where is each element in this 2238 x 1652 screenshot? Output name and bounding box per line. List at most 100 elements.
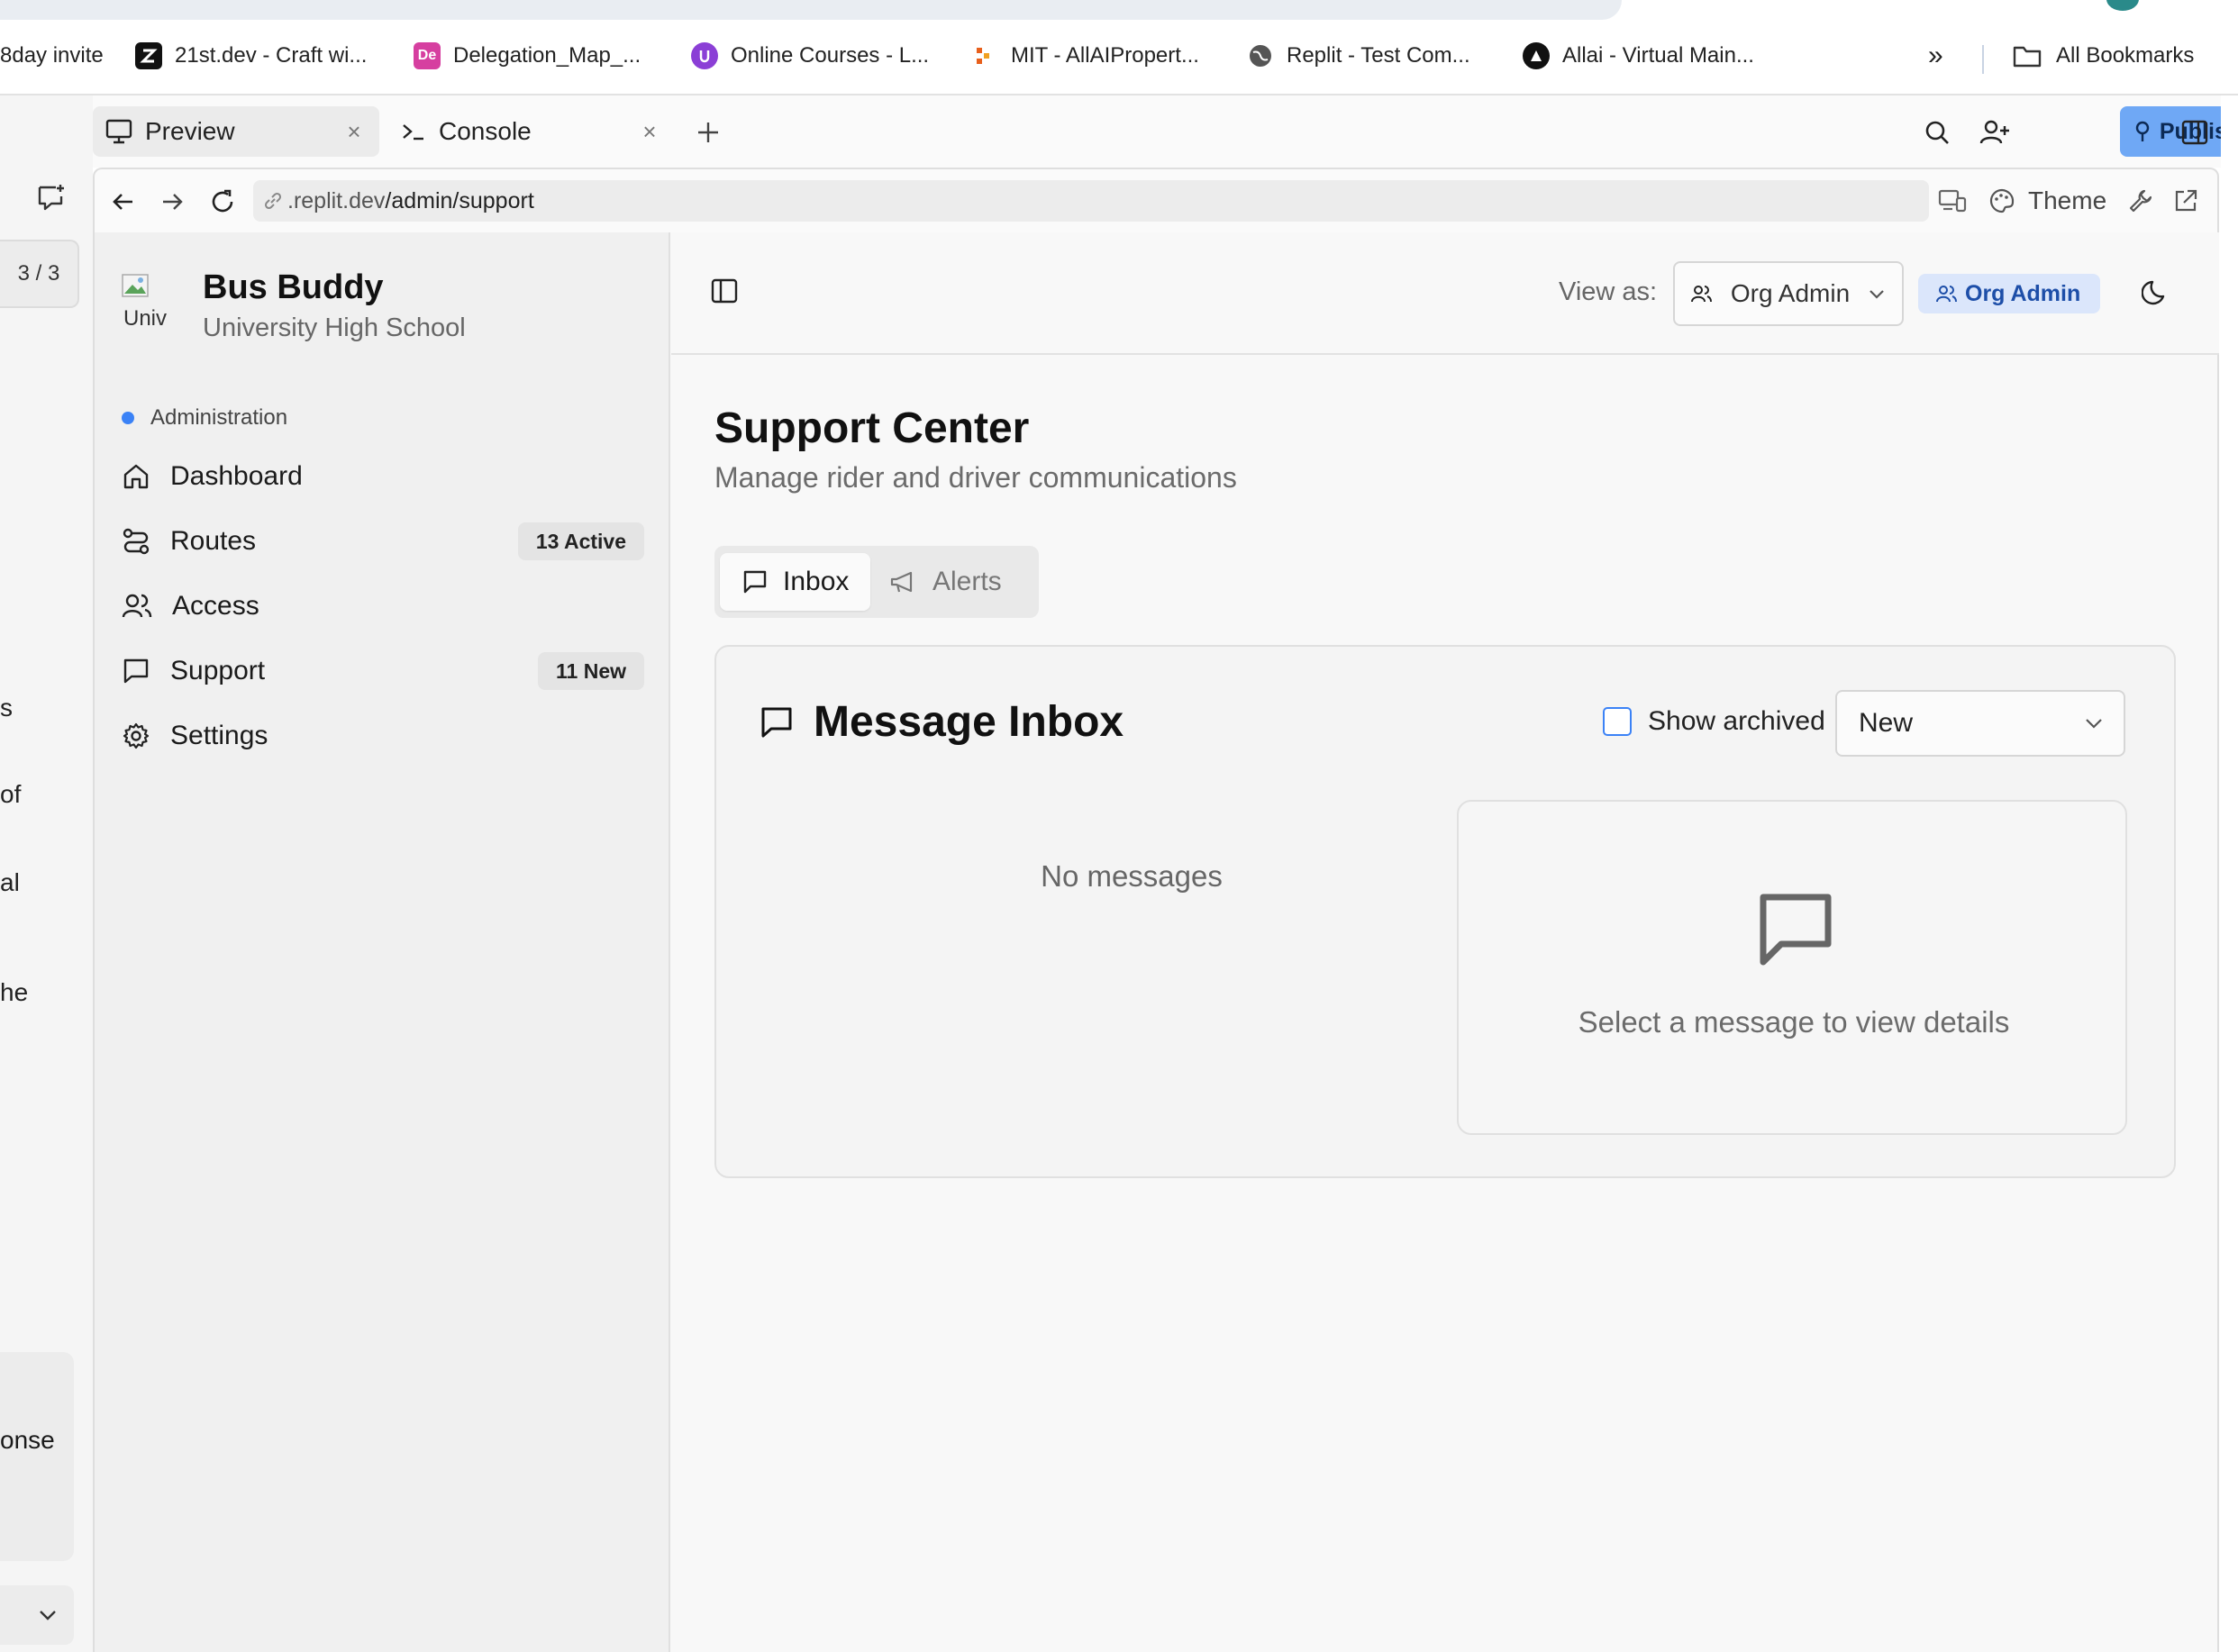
tab-inbox[interactable]: Inbox bbox=[720, 553, 871, 611]
dark-mode-toggle[interactable] bbox=[2142, 277, 2174, 310]
bookmark-item[interactable]: MIT - AllAIPropert... bbox=[971, 38, 1199, 74]
replit-tab-bar: Preview × Console × Publish bbox=[93, 95, 2238, 168]
left-text-fragment: he bbox=[0, 978, 29, 1006]
school-name: University High School bbox=[203, 313, 466, 342]
message-icon bbox=[1756, 890, 1835, 969]
bookmark-item[interactable]: 21st.dev - Craft wi... bbox=[135, 38, 367, 74]
theme-button[interactable]: Theme bbox=[1988, 180, 2106, 222]
view-as-select[interactable]: Org Admin bbox=[1673, 261, 1904, 326]
close-icon[interactable]: × bbox=[341, 118, 367, 145]
back-icon[interactable] bbox=[107, 186, 140, 218]
sidebar-item-dashboard[interactable]: Dashboard bbox=[122, 452, 644, 501]
bookmark-label: Online Courses - L... bbox=[731, 43, 930, 68]
left-text-fragment: s bbox=[0, 694, 13, 722]
new-thread-icon[interactable] bbox=[36, 182, 67, 213]
sidebar-item-label: Dashboard bbox=[170, 461, 303, 491]
status-dot bbox=[122, 412, 134, 424]
sidebar: Univ Bus Buddy University High School Ad… bbox=[95, 232, 670, 1652]
sidebar-item-support[interactable]: Support 11 New bbox=[122, 647, 644, 695]
page-title: Support Center bbox=[714, 404, 1030, 452]
tab-console[interactable]: Console × bbox=[388, 106, 675, 157]
sidebar-item-label: Settings bbox=[170, 721, 268, 750]
chevron-down-icon bbox=[2086, 719, 2102, 729]
show-archived-checkbox[interactable] bbox=[1603, 707, 1632, 736]
gear-icon bbox=[122, 722, 150, 750]
left-bottom-card: onse bbox=[0, 1352, 74, 1561]
wrench-icon[interactable] bbox=[2127, 180, 2154, 222]
agent-step-counter[interactable]: 3 / 3 bbox=[0, 240, 79, 308]
tab-label: Alerts bbox=[932, 567, 1002, 596]
window-right-edge bbox=[2221, 95, 2238, 1652]
link-icon bbox=[262, 190, 284, 212]
left-text-fragment: of bbox=[0, 780, 22, 808]
search-icon[interactable] bbox=[1918, 113, 1956, 151]
role-badge-label: Org Admin bbox=[1965, 280, 2081, 306]
sidebar-item-access[interactable]: Access bbox=[122, 582, 644, 631]
home-icon bbox=[122, 462, 150, 491]
left-text-fragment: onse bbox=[0, 1426, 55, 1454]
message-detail-panel: Select a message to view details bbox=[1457, 800, 2127, 1135]
tab-preview[interactable]: Preview × bbox=[93, 106, 379, 157]
status-filter-select[interactable]: New bbox=[1835, 690, 2125, 757]
users-icon bbox=[122, 592, 152, 621]
view-as-value: Org Admin bbox=[1730, 279, 1851, 307]
forward-icon[interactable] bbox=[156, 186, 188, 218]
school-logo-image: Univ bbox=[122, 274, 176, 333]
de-logo-icon: De bbox=[414, 42, 441, 69]
bookmarks-overflow-button[interactable]: » bbox=[1928, 38, 1943, 74]
bookmark-item[interactable]: Allai - Virtual Main... bbox=[1523, 38, 1754, 74]
message-inbox-card: Message Inbox Show archived New No messa… bbox=[714, 645, 2176, 1178]
support-new-badge: 11 New bbox=[538, 652, 644, 690]
message-icon bbox=[761, 707, 792, 737]
bookmark-label: Replit - Test Com... bbox=[1287, 43, 1470, 68]
preview-address-bar: .replit.dev /admin/support Theme bbox=[93, 168, 2219, 232]
new-tab-button[interactable] bbox=[689, 113, 727, 151]
show-archived-toggle[interactable]: Show archived bbox=[1603, 706, 1825, 737]
sidebar-item-routes[interactable]: Routes 13 Active bbox=[122, 517, 644, 566]
bookmark-item[interactable]: Online Courses - L... bbox=[691, 38, 929, 74]
publish-icon bbox=[2135, 121, 2150, 141]
preview-url-field[interactable]: .replit.dev /admin/support bbox=[253, 180, 1929, 222]
status-filter-value: New bbox=[1859, 708, 1914, 738]
reload-icon[interactable] bbox=[206, 186, 239, 218]
bookmark-label: 21st.dev - Craft wi... bbox=[175, 43, 368, 68]
sidebar-item-label: Access bbox=[172, 591, 259, 621]
left-text-fragment: al bbox=[0, 868, 20, 896]
app-topbar: View as: Org Admin Org Admin bbox=[671, 232, 2219, 355]
sidebar-item-settings[interactable]: Settings bbox=[122, 712, 644, 760]
view-as-label: View as: bbox=[1559, 277, 1658, 306]
bookmark-item[interactable]: 8day invite bbox=[0, 38, 104, 74]
sidebar-item-label: Routes bbox=[170, 526, 257, 556]
invite-user-icon[interactable] bbox=[1976, 113, 2014, 151]
open-external-icon[interactable] bbox=[2172, 180, 2199, 222]
all-bookmarks-button[interactable]: All Bookmarks bbox=[2013, 38, 2194, 74]
close-icon[interactable]: × bbox=[637, 118, 662, 145]
message-icon bbox=[122, 657, 150, 685]
browser-top-edge bbox=[0, 0, 2238, 20]
bookmark-label: MIT - AllAIPropert... bbox=[1011, 43, 1199, 68]
replit-left-panel: 3 / 3 s of al he onse bbox=[0, 95, 93, 1652]
tab-label: Preview bbox=[145, 117, 235, 145]
bookmark-item[interactable]: De Delegation_Map_... bbox=[414, 38, 641, 74]
collapse-chevron-button[interactable] bbox=[0, 1585, 74, 1645]
allai-logo-icon bbox=[1523, 42, 1550, 69]
terminal-icon bbox=[401, 121, 426, 142]
bookmarks-divider bbox=[1982, 45, 1984, 74]
theme-label: Theme bbox=[2028, 186, 2107, 214]
online-courses-icon bbox=[691, 42, 718, 69]
profile-avatar[interactable] bbox=[2106, 0, 2139, 11]
folder-icon bbox=[2013, 43, 2042, 68]
sidebar-toggle-icon[interactable] bbox=[711, 277, 743, 310]
bookmark-item[interactable]: Replit - Test Com... bbox=[1247, 38, 1470, 74]
inbox-title-text: Message Inbox bbox=[814, 698, 1124, 746]
message-icon bbox=[743, 570, 767, 594]
tab-label: Inbox bbox=[783, 567, 850, 596]
main-content: Support Center Manage rider and driver c… bbox=[671, 355, 2219, 1652]
mit-grid-icon bbox=[971, 42, 998, 69]
monitor-icon bbox=[105, 119, 132, 144]
split-pane-icon[interactable] bbox=[2176, 113, 2214, 151]
url-path: /admin/support bbox=[385, 187, 534, 213]
devices-icon[interactable] bbox=[1938, 180, 1967, 222]
omnibox-edge bbox=[0, 0, 1622, 20]
tab-alerts[interactable]: Alerts bbox=[868, 553, 1023, 611]
